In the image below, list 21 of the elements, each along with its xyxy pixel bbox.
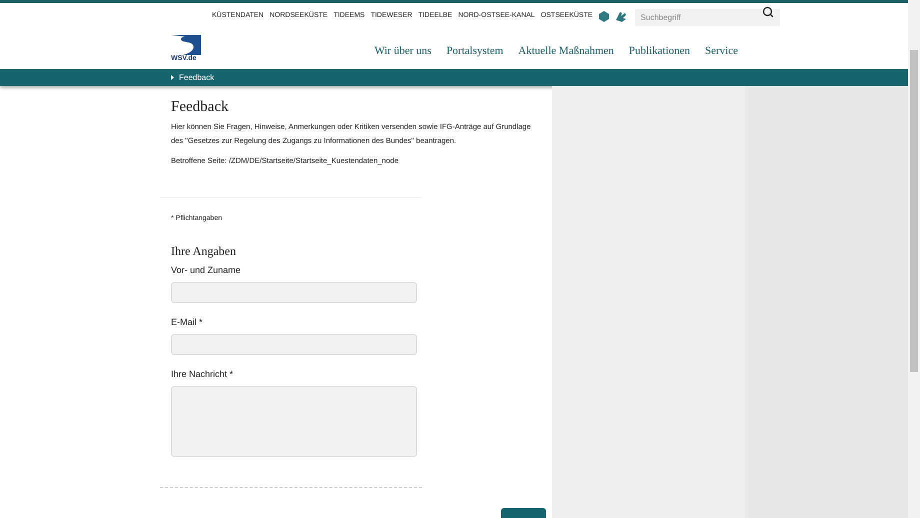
field-label: Vor- und Zuname xyxy=(171,264,242,277)
scrollbar[interactable] xyxy=(908,0,920,518)
field-label: Ihre Nachricht * xyxy=(171,368,234,381)
nav-link[interactable]: Publikationen xyxy=(628,43,690,60)
nav-link[interactable]: Aktuelle Maßnahmen xyxy=(518,43,614,60)
field-label: E-Mail * xyxy=(171,316,204,329)
submit-button[interactable] xyxy=(501,508,546,518)
search-icon[interactable] xyxy=(762,6,774,18)
logo-icon xyxy=(171,35,201,56)
page-title: Feedback xyxy=(171,98,230,118)
caret-icon xyxy=(171,75,174,80)
input-field[interactable] xyxy=(171,282,417,303)
scrollbar-thumb[interactable] xyxy=(910,50,918,372)
breadcrumb-link[interactable]: Feedback xyxy=(179,72,214,84)
nav-link[interactable]: Service xyxy=(705,43,738,60)
nav-link[interactable]: Portalsystem xyxy=(446,43,504,60)
message-field[interactable] xyxy=(171,386,417,457)
input-field[interactable] xyxy=(171,334,417,355)
form-title: Ihre Angaben xyxy=(171,243,237,259)
search-field[interactable]: Suchbegriff xyxy=(634,9,780,26)
nav-link[interactable]: Wir über uns xyxy=(374,43,432,60)
